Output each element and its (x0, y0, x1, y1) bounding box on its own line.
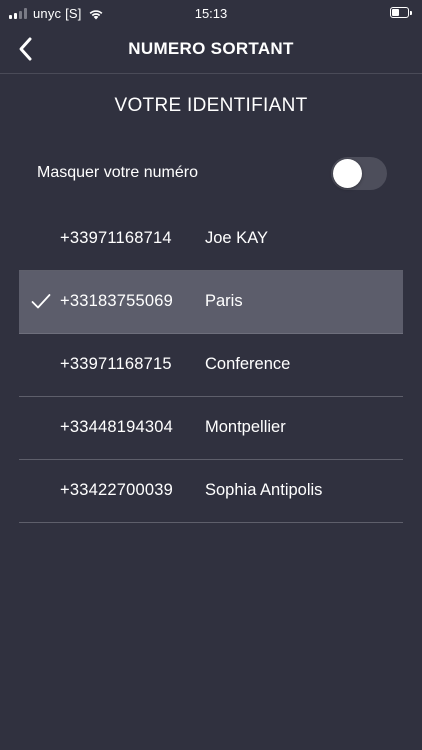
number-row[interactable]: +33183755069 Paris (19, 271, 403, 334)
number-label: Conference (205, 355, 291, 373)
status-time: 15:13 (194, 6, 228, 21)
phone-number: +33971168715 (60, 355, 172, 373)
number-row[interactable]: +33422700039 Sophia Antipolis (19, 460, 403, 523)
number-label: Paris (205, 292, 243, 310)
number-row[interactable]: +33971168715 Conference (19, 334, 403, 397)
phone-number: +33448194304 (60, 418, 173, 436)
number-list: +33971168714 Joe KAY +33183755069 Paris +339… (0, 208, 422, 523)
checkmark-icon (31, 294, 51, 309)
mask-number-row: Masquer votre numéro (0, 150, 422, 198)
battery-level-fill (392, 9, 399, 16)
nav-bar: NUMERO SORTANT (0, 26, 422, 74)
number-label: Joe KAY (205, 229, 268, 247)
mask-number-label: Masquer votre numéro (37, 164, 198, 181)
phone-number: +33971168714 (60, 229, 172, 247)
section-title: VOTRE IDENTIFIANT (114, 95, 308, 116)
phone-number: +33422700039 (60, 481, 173, 499)
number-label: Sophia Antipolis (205, 481, 323, 499)
number-label: Montpellier (205, 418, 286, 436)
toggle-knob (333, 159, 362, 188)
battery-icon (390, 7, 412, 18)
mask-number-toggle[interactable] (331, 157, 387, 190)
status-bar: unyc [S] 15:13 (0, 0, 422, 26)
page-title: NUMERO SORTANT (128, 39, 294, 58)
number-row[interactable]: +33971168714 Joe KAY (19, 208, 403, 271)
phone-number: +33183755069 (60, 292, 173, 310)
number-row[interactable]: +33448194304 Montpellier (19, 397, 403, 460)
